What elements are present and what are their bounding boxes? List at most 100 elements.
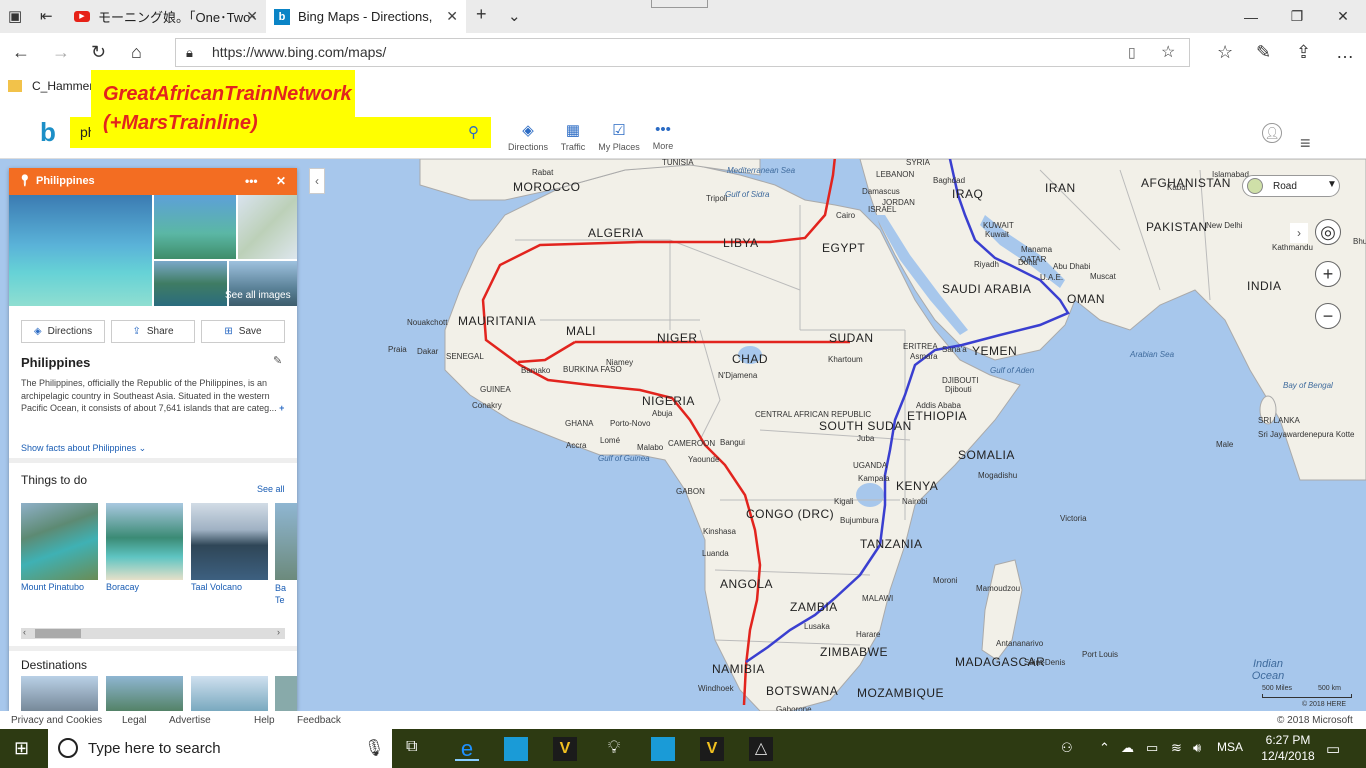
- wifi-icon[interactable]: ≋: [1171, 740, 1182, 756]
- user-avatar-icon[interactable]: 👤︎: [1262, 123, 1282, 143]
- taskbar-search-input[interactable]: Type here to search 🎙︎: [48, 729, 392, 768]
- see-all-images-link[interactable]: See all images: [225, 290, 291, 301]
- map-style-dropdown[interactable]: Road ▼: [1242, 175, 1340, 197]
- expand-panel-icon[interactable]: ›: [1290, 223, 1308, 243]
- directions-icon: ◈: [33, 326, 42, 337]
- home-icon[interactable]: ⌂: [131, 42, 142, 63]
- my-places-button[interactable]: ☑ My Places: [594, 121, 644, 152]
- show-facts-link[interactable]: Show facts about Philippines ⌄: [21, 443, 146, 454]
- place-label[interactable]: Ba Te: [275, 582, 286, 606]
- save-button[interactable]: ⊞ Save: [201, 320, 285, 343]
- chevron-down-icon[interactable]: ⌄: [508, 7, 521, 25]
- favorite-star-icon[interactable]: ☆: [1161, 39, 1175, 66]
- horizontal-scrollbar[interactable]: ‹ ›: [21, 627, 285, 639]
- close-icon[interactable]: ✕: [276, 168, 286, 195]
- action-center-icon[interactable]: ▭: [1326, 740, 1340, 758]
- place-label[interactable]: Boracay: [106, 582, 139, 592]
- tab-bing-maps[interactable]: b Bing Maps - Directions, ✕: [266, 0, 466, 33]
- directions-button[interactable]: ◈ Directions: [503, 121, 553, 152]
- photo-beach-resort[interactable]: [9, 195, 152, 306]
- set-tabs-aside-icon[interactable]: ⇤: [40, 7, 53, 25]
- footer-link[interactable]: Help: [254, 715, 275, 726]
- photo-destination[interactable]: [21, 676, 98, 711]
- edge-browser-icon[interactable]: e: [455, 737, 479, 761]
- traffic-button[interactable]: ▦ Traffic: [548, 121, 598, 152]
- refresh-icon[interactable]: ↻: [91, 42, 106, 63]
- show-hidden-icons[interactable]: ⌃: [1099, 740, 1110, 756]
- reading-view-icon[interactable]: ▯: [1128, 39, 1136, 66]
- share-button[interactable]: ⇪ Share: [111, 320, 195, 343]
- photo-mount-pinatubo[interactable]: [21, 503, 98, 580]
- app-icon-5[interactable]: △: [749, 737, 773, 761]
- see-all-link[interactable]: See all: [257, 484, 285, 494]
- photo-boracay[interactable]: [106, 503, 183, 580]
- address-input[interactable]: 🔒︎ https://www.bing.com/maps/ ▯ ☆: [175, 38, 1190, 67]
- city-label: Bujumbura: [840, 516, 879, 525]
- tab-youtube[interactable]: ▶ モーニング娘。「One･Two･ ✕: [66, 0, 266, 33]
- new-tab-icon[interactable]: +: [476, 4, 487, 25]
- footer-link[interactable]: Privacy and Cookies: [11, 715, 102, 726]
- photo-coast[interactable]: See all images: [225, 261, 297, 306]
- window-close-icon[interactable]: ✕: [1320, 0, 1366, 33]
- forward-icon[interactable]: →: [52, 42, 70, 63]
- lightbulb-icon[interactable]: 💡︎: [602, 737, 626, 761]
- zoom-in-icon[interactable]: +: [1315, 261, 1341, 287]
- task-view-icon[interactable]: ⧉: [406, 738, 417, 756]
- bing-logo[interactable]: b: [40, 117, 56, 148]
- scroll-left-icon[interactable]: ‹: [23, 627, 26, 637]
- scroll-thumb[interactable]: [35, 629, 81, 638]
- zoom-out-icon[interactable]: −: [1315, 303, 1341, 329]
- windows-start-icon[interactable]: ⊞: [14, 738, 29, 759]
- photo-destination[interactable]: [191, 676, 268, 711]
- notes-pen-icon[interactable]: ✎: [1256, 42, 1271, 63]
- footer-link[interactable]: Legal: [122, 715, 146, 726]
- photo-taal-volcano[interactable]: [191, 503, 268, 580]
- entity-panel: 📍︎ Philippines ••• ✕ See all images ◈ Dir…: [9, 168, 297, 711]
- close-icon[interactable]: ✕: [246, 8, 258, 25]
- hamburger-menu-icon[interactable]: ≡: [1300, 133, 1311, 154]
- country-label: TANZANIA: [860, 537, 923, 551]
- restore-icon[interactable]: ❐: [1274, 0, 1320, 33]
- photo-destination[interactable]: [106, 676, 183, 711]
- edit-pencil-icon[interactable]: ✎: [273, 354, 282, 367]
- footer-link[interactable]: Feedback: [297, 715, 341, 726]
- share-icon[interactable]: ⇪: [1296, 42, 1311, 63]
- minimize-icon[interactable]: —: [1228, 0, 1274, 33]
- app-icon-1[interactable]: [504, 737, 528, 761]
- photo-destination[interactable]: [275, 676, 297, 711]
- photo-lagoon[interactable]: [154, 261, 227, 306]
- close-icon[interactable]: ✕: [446, 8, 458, 25]
- place-label[interactable]: Taal Volcano: [191, 582, 242, 592]
- volume-icon[interactable]: 🔊︎: [1193, 740, 1201, 756]
- app-icon-3[interactable]: [651, 737, 675, 761]
- microphone-icon[interactable]: 🎙︎: [364, 729, 384, 768]
- footer-link[interactable]: Advertise: [169, 715, 211, 726]
- app-icon-4[interactable]: V: [700, 737, 724, 761]
- scroll-right-icon[interactable]: ›: [277, 627, 280, 637]
- back-icon[interactable]: ←: [12, 42, 30, 63]
- people-icon[interactable]: ⚇: [1061, 740, 1073, 756]
- favorite-item[interactable]: C_Hammer: [8, 79, 93, 93]
- battery-icon[interactable]: ▭: [1146, 740, 1158, 756]
- collapse-panel-icon[interactable]: ‹: [309, 168, 325, 194]
- city-label: Praia: [388, 345, 407, 354]
- clock[interactable]: 6:27 PM 12/4/2018: [1256, 732, 1320, 764]
- country-label: LEBANON: [876, 170, 915, 179]
- more-button[interactable]: ••• More: [638, 121, 688, 151]
- onedrive-icon[interactable]: ☁: [1121, 740, 1134, 756]
- locate-me-icon[interactable]: ◎: [1315, 219, 1341, 245]
- tab-manager-icon[interactable]: ▣: [8, 7, 22, 25]
- photo-map[interactable]: [238, 195, 297, 259]
- directions-button[interactable]: ◈ Directions: [21, 320, 105, 343]
- title-bar-drag-handle[interactable]: [651, 0, 708, 8]
- favorites-hub-icon[interactable]: ☆: [1217, 42, 1233, 63]
- read-more-icon[interactable]: +: [279, 403, 284, 413]
- app-icon-2[interactable]: V: [553, 737, 577, 761]
- input-language[interactable]: MSA: [1217, 740, 1243, 754]
- more-icon[interactable]: …: [1336, 42, 1354, 63]
- place-label[interactable]: Mount Pinatubo: [21, 582, 84, 592]
- photo-island[interactable]: [154, 195, 236, 259]
- photo-partial[interactable]: [275, 503, 297, 580]
- search-icon[interactable]: ⚲: [468, 117, 479, 148]
- more-dots-icon[interactable]: •••: [245, 168, 258, 195]
